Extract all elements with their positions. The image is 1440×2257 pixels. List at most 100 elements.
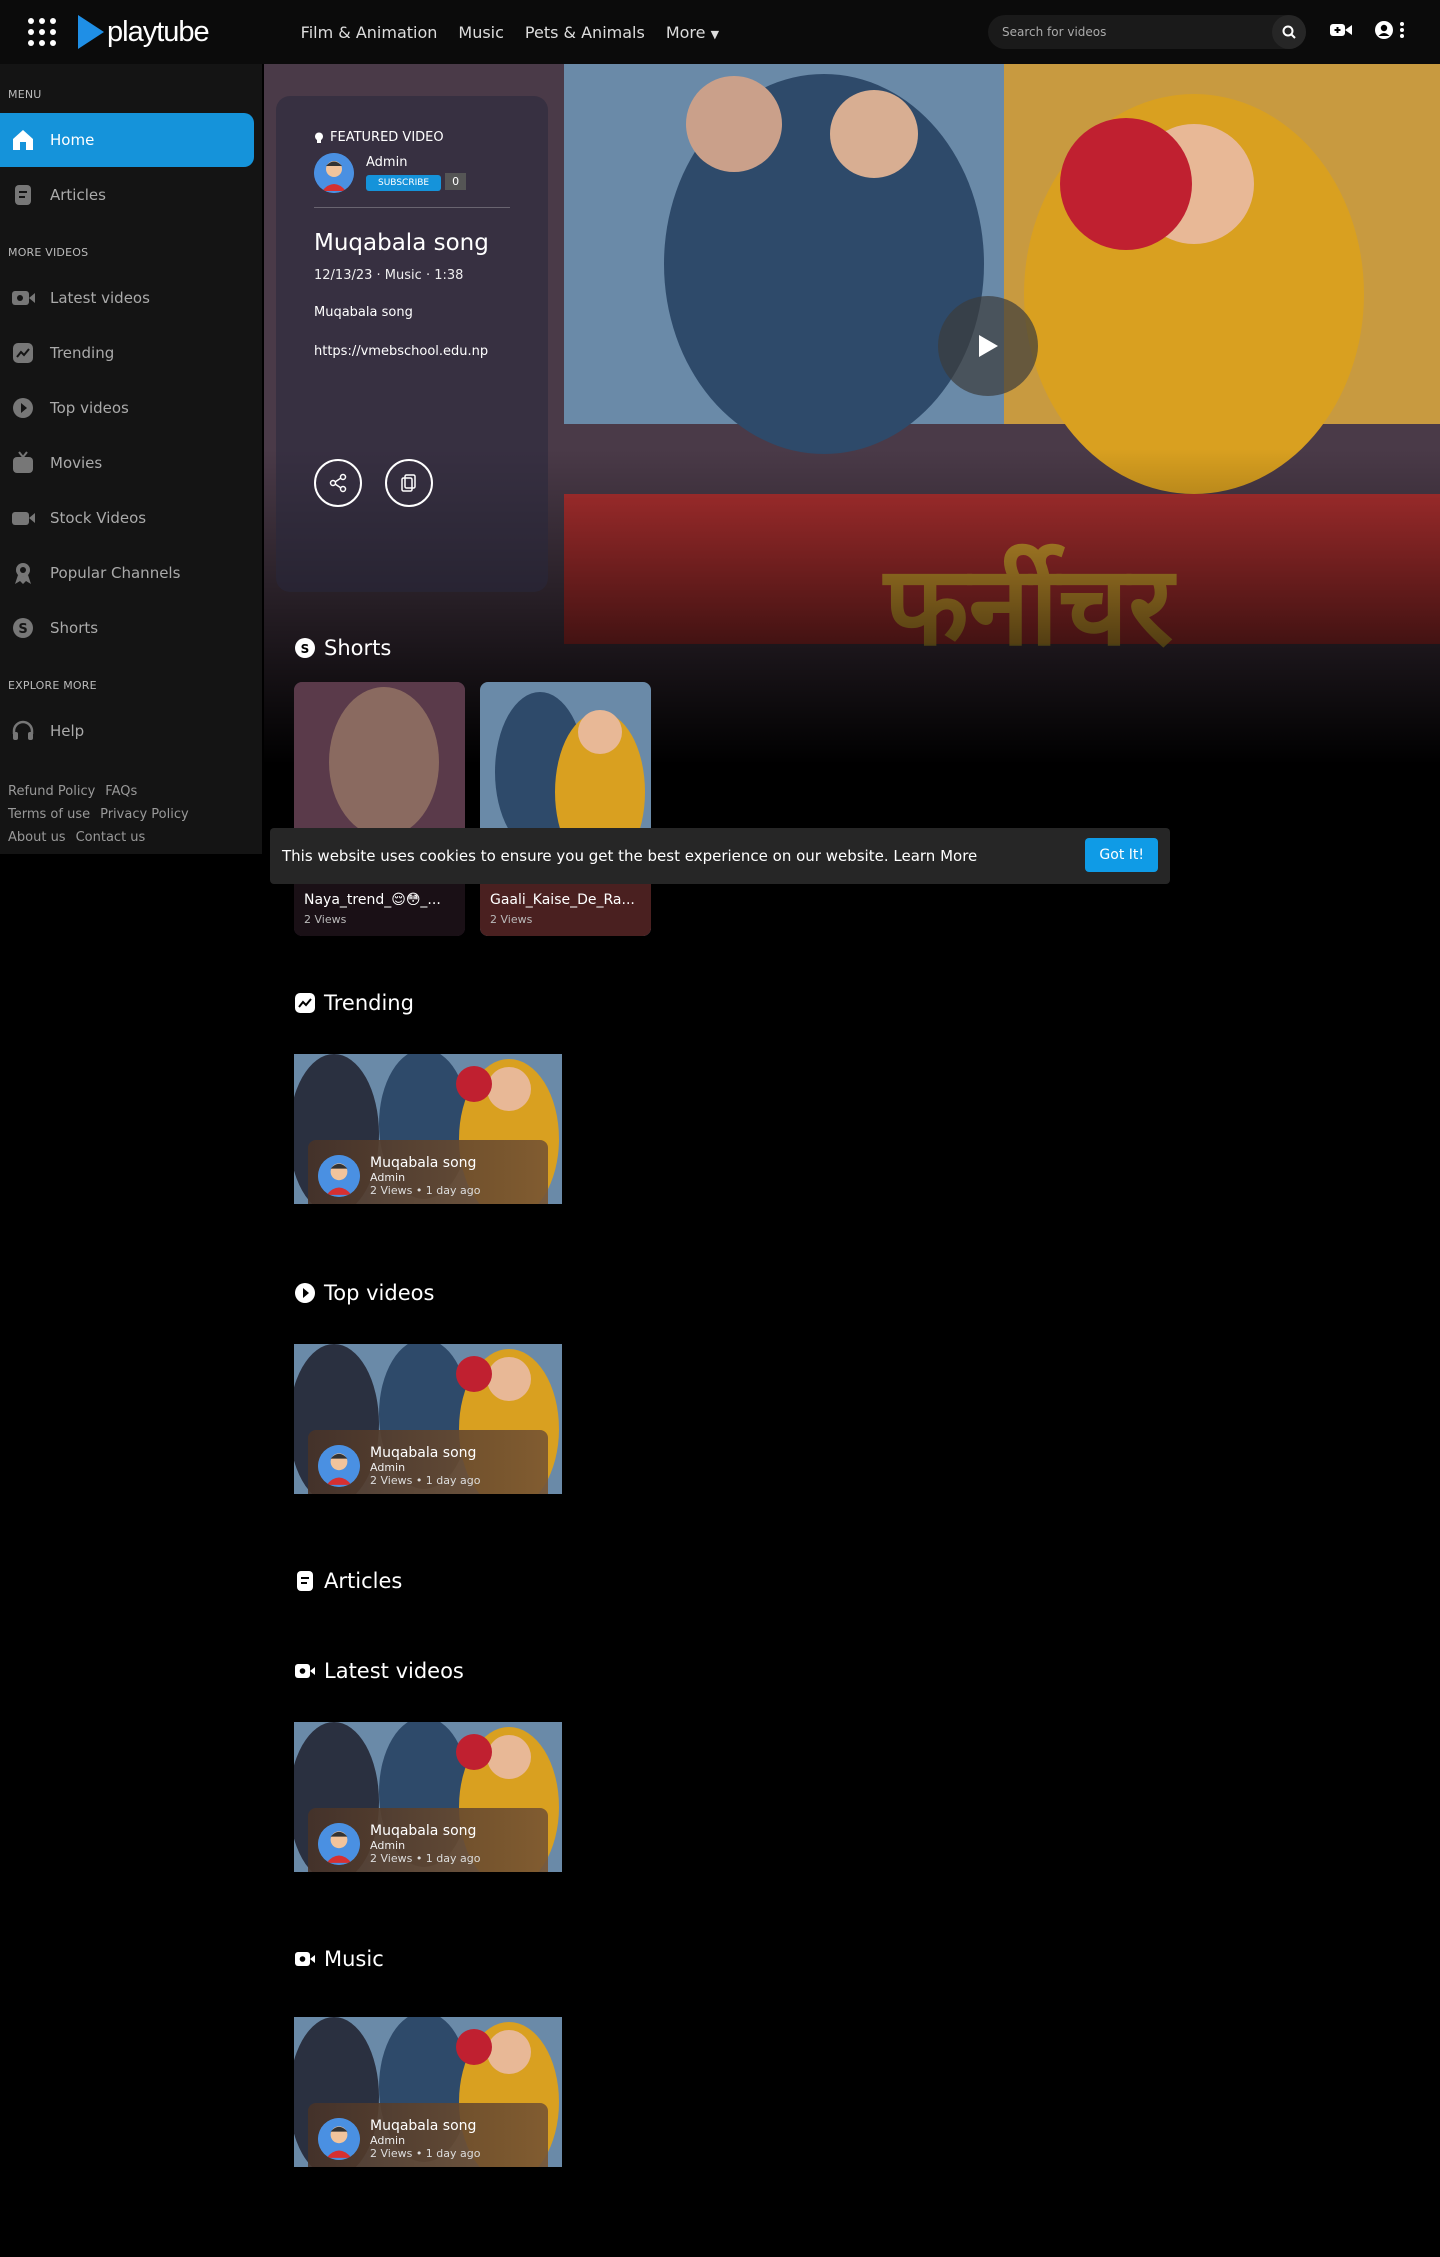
upload-video-icon[interactable]: [1330, 22, 1352, 38]
video-author[interactable]: Admin: [370, 1171, 481, 1184]
video-card[interactable]: Muqabala song Admin 2 Views • 1 day ago: [294, 1722, 562, 1872]
featured-title[interactable]: Muqabala song: [314, 230, 510, 256]
video-card[interactable]: Muqabala song Admin 2 Views • 1 day ago: [294, 1344, 562, 1494]
video-card[interactable]: Muqabala song Admin 2 Views • 1 day ago: [294, 1054, 562, 1204]
logo[interactable]: playtube: [78, 15, 210, 49]
play-icon: [979, 335, 998, 357]
play-circle-icon: [295, 1283, 315, 1303]
video-title[interactable]: Muqabala song: [370, 1445, 481, 1461]
avatar[interactable]: [318, 1823, 360, 1865]
trending-icon: [13, 343, 33, 363]
got-it-button[interactable]: Got It!: [1085, 838, 1158, 872]
video-title[interactable]: Muqabala song: [370, 1823, 481, 1839]
link-refund-policy[interactable]: Refund Policy: [8, 784, 95, 799]
video-title[interactable]: Muqabala song: [370, 1155, 481, 1171]
sidebar-item-label: Help: [50, 722, 85, 740]
section-title-text: Articles: [324, 1569, 403, 1593]
video-author[interactable]: Admin: [370, 1461, 481, 1474]
play-button[interactable]: [938, 296, 1038, 396]
author-name[interactable]: Admin: [366, 155, 466, 170]
sidebar-item-help[interactable]: Help: [0, 704, 254, 758]
section-title-shorts[interactable]: S Shorts: [294, 636, 391, 660]
avatar[interactable]: [318, 1445, 360, 1487]
featured-link[interactable]: https://vmebschool.edu.np: [314, 344, 510, 359]
learn-more-link[interactable]: Learn More: [893, 847, 977, 865]
sidebar-item-latest-videos[interactable]: Latest videos: [0, 271, 254, 325]
video-author[interactable]: Admin: [370, 1839, 481, 1852]
sidebar-item-popular-channels[interactable]: Popular Channels: [0, 546, 254, 600]
link-contact[interactable]: Contact us: [76, 830, 146, 845]
subscribe-button[interactable]: SUBSCRIBE: [366, 175, 442, 191]
top-nav: Film & Animation Music Pets & Animals Mo…: [301, 23, 719, 42]
video-author[interactable]: Admin: [370, 2134, 481, 2147]
featured-card: FEATURED VIDEO Admin SUBSCRIBE 0 Muqabala…: [276, 96, 548, 592]
user-menu[interactable]: [1374, 20, 1404, 40]
section-title-top-videos[interactable]: Top videos: [294, 1281, 434, 1305]
sidebar-item-label: Shorts: [50, 619, 99, 637]
section-title-trending[interactable]: Trending: [294, 991, 414, 1015]
nav-item-film-animation[interactable]: Film & Animation: [301, 23, 438, 42]
sidebar-item-movies[interactable]: Movies: [0, 436, 254, 490]
meta-dot: ·: [425, 268, 435, 283]
section-title-music[interactable]: Music: [294, 1947, 384, 1971]
short-views: 2 Views: [304, 913, 347, 926]
featured-category[interactable]: Music: [385, 268, 422, 283]
headset-icon: [12, 720, 34, 740]
top-icons: [1330, 20, 1404, 40]
lightbulb-icon: [315, 132, 323, 143]
author-row: Admin SUBSCRIBE 0: [314, 153, 510, 193]
avatar[interactable]: [314, 153, 354, 193]
avatar-image: [318, 2118, 360, 2160]
video-info: Muqabala song Admin 2 Views • 1 day ago: [308, 1140, 548, 1204]
search-button[interactable]: [1272, 15, 1306, 49]
video-icon: [12, 291, 35, 305]
search-input[interactable]: [988, 25, 1272, 39]
search-bar: [988, 15, 1306, 49]
badge-icon: [15, 563, 31, 584]
apps-grid-icon[interactable]: [22, 12, 62, 52]
featured-meta: 12/13/23 · Music · 1:38: [314, 268, 510, 283]
sidebar-item-home[interactable]: Home: [0, 113, 254, 167]
sidebar: MENU Home Articles MORE VIDEOS Latest vi…: [0, 64, 262, 854]
sidebar-item-label: Movies: [50, 454, 103, 472]
article-icon: [15, 185, 31, 205]
sidebar-item-articles[interactable]: Articles: [0, 168, 254, 222]
sidebar-item-shorts[interactable]: S Shorts: [0, 601, 254, 655]
video-title[interactable]: Muqabala song: [370, 2118, 481, 2134]
share-button[interactable]: [314, 459, 362, 507]
sidebar-item-label: Top videos: [50, 399, 129, 417]
sidebar-item-trending[interactable]: Trending: [0, 326, 254, 380]
shorts-icon: S: [13, 618, 33, 638]
sidebar-item-label: Articles: [50, 186, 106, 204]
link-terms[interactable]: Terms of use: [8, 807, 90, 822]
sidebar-item-top-videos[interactable]: Top videos: [0, 381, 254, 435]
link-about[interactable]: About us: [8, 830, 66, 845]
short-views: 2 Views: [490, 913, 533, 926]
copy-icon: [401, 474, 416, 492]
link-privacy[interactable]: Privacy Policy: [100, 807, 189, 822]
section-title-text: Trending: [324, 991, 414, 1015]
avatar-image: [318, 1155, 360, 1197]
nav-item-pets-animals[interactable]: Pets & Animals: [525, 23, 645, 42]
short-card[interactable]: Naya_trend_😌😳_... 2 Views: [294, 682, 465, 936]
sidebar-item-stock-videos[interactable]: Stock Videos: [0, 491, 254, 545]
featured-actions: [314, 459, 510, 507]
nav-item-more[interactable]: More ▼: [666, 23, 719, 42]
avatar-image: [318, 1823, 360, 1865]
sidebar-more-heading: MORE VIDEOS: [8, 246, 89, 259]
featured-duration: 1:38: [434, 268, 464, 283]
section-title-latest-videos[interactable]: Latest videos: [294, 1659, 464, 1683]
top-bar: playtube Film & Animation Music Pets & A…: [0, 0, 1440, 64]
avatar[interactable]: [318, 1155, 360, 1197]
avatar[interactable]: [318, 2118, 360, 2160]
shorts-icon: S: [295, 638, 315, 658]
link-faqs[interactable]: FAQs: [105, 784, 137, 799]
copy-button[interactable]: [385, 459, 434, 507]
sidebar-item-label: Popular Channels: [50, 564, 181, 582]
short-card[interactable]: Gaali_Kaise_De_Ra... 2 Views: [480, 682, 651, 936]
share-icon: [329, 473, 347, 493]
trending-icon: [295, 993, 315, 1013]
video-card[interactable]: Muqabala song Admin 2 Views • 1 day ago: [294, 2017, 562, 2167]
section-title-articles[interactable]: Articles: [294, 1569, 402, 1593]
nav-item-music[interactable]: Music: [458, 23, 504, 42]
